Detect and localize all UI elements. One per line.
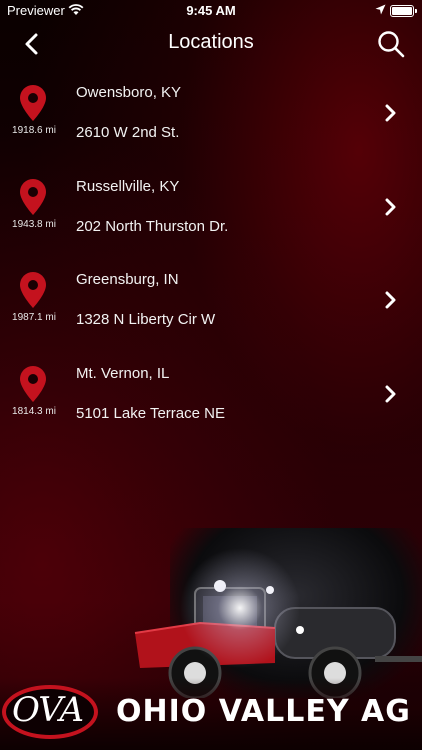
map-pin-icon (20, 178, 46, 215)
ova-logo-text: OVA (12, 690, 84, 730)
map-pin-icon (20, 85, 46, 121)
chevron-right-icon[interactable] (384, 291, 398, 309)
location-distance: 1987.1 mi (12, 312, 56, 323)
location-distance: 1814.3 mi (12, 405, 56, 417)
location-city: Mt. Vernon, IL (76, 364, 170, 382)
location-row[interactable]: 1987.1 mi Greensburg, IN 1328 N Liberty … (0, 254, 422, 348)
status-bar: Previewer 9:45 AM (0, 0, 422, 22)
brand-banner: OVA OHIO VALLEY AG (0, 528, 422, 750)
location-distance: 1918.6 mi (12, 125, 56, 136)
map-pin-icon (20, 272, 46, 308)
locations-list: 1918.6 mi Owensboro, KY 2610 W 2nd St. 1… (0, 67, 422, 441)
location-city: Greensburg, IN (76, 271, 179, 288)
location-address: 5101 Lake Terrace NE (76, 404, 225, 422)
location-address: 2610 W 2nd St. (76, 124, 180, 141)
location-row[interactable]: 1814.3 mi Mt. Vernon, IL 5101 Lake Terra… (0, 348, 422, 442)
clock: 9:45 AM (186, 3, 236, 18)
navigation-bar: Locations (0, 22, 422, 66)
location-row[interactable]: 1943.8 mi Russellville, KY 202 North Thu… (0, 161, 422, 255)
chevron-right-icon[interactable] (384, 385, 398, 403)
brand-name: OHIO VALLEY AG (116, 694, 411, 729)
location-address: 202 North Thurston Dr. (76, 217, 229, 235)
location-city: Russellville, KY (76, 177, 180, 195)
location-arrow-icon (375, 4, 386, 15)
location-address: 1328 N Liberty Cir W (76, 311, 216, 328)
location-row[interactable]: 1918.6 mi Owensboro, KY 2610 W 2nd St. (0, 67, 422, 161)
map-pin-icon (20, 365, 46, 402)
light-glow (160, 548, 320, 668)
battery-icon (390, 5, 417, 17)
search-icon[interactable] (376, 29, 406, 59)
location-city: Owensboro, KY (76, 84, 182, 101)
page-title: Locations (168, 31, 254, 53)
chevron-right-icon[interactable] (384, 104, 398, 122)
chevron-right-icon[interactable] (384, 198, 398, 216)
location-distance: 1943.8 mi (12, 218, 56, 230)
